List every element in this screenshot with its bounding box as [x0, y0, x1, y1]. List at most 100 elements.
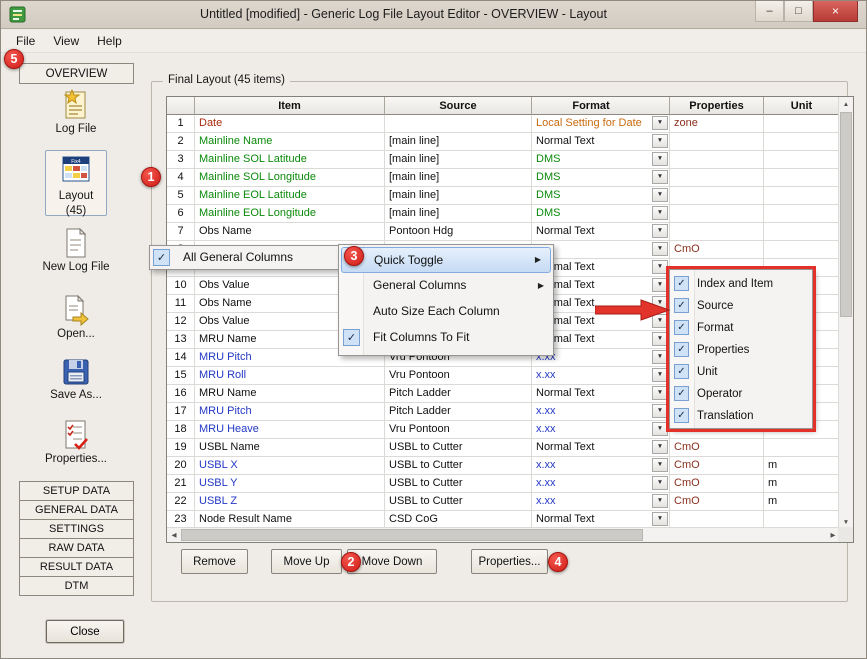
menu-item-fit-columns-to-fit[interactable]: ✓Fit Columns To Fit: [339, 325, 553, 351]
format-dropdown[interactable]: ▼: [652, 422, 668, 436]
menu-item-translation[interactable]: ✓Translation: [670, 405, 812, 427]
sidebar-item-log-file[interactable]: Log File: [39, 89, 113, 135]
sidebar-item-open[interactable]: Open...: [39, 294, 113, 340]
table-row[interactable]: 6Mainline EOL Longitude[main line]DMS▼: [167, 205, 853, 223]
save-icon: [39, 357, 113, 387]
move-up-button[interactable]: Move Up: [271, 549, 342, 574]
submenu-arrow-icon: ▶: [538, 274, 544, 298]
sidebar-button-raw-data[interactable]: RAW DATA: [19, 538, 134, 558]
menu-item-index-and-item[interactable]: ✓Index and Item: [670, 273, 812, 295]
sidebar-button-setup-data[interactable]: SETUP DATA: [19, 481, 134, 501]
checkbox-checked-icon[interactable]: ✓: [674, 408, 689, 423]
cell-format: x.xx▼: [532, 367, 670, 385]
sidebar-button-dtm[interactable]: DTM: [19, 576, 134, 596]
column-header-format[interactable]: Format: [532, 97, 670, 115]
sidebar-item-save-as[interactable]: Save As...: [39, 357, 113, 401]
column-header-properties[interactable]: Properties: [670, 97, 764, 115]
format-dropdown[interactable]: ▼: [652, 404, 668, 418]
cell-item: USBL Z: [195, 493, 385, 511]
table-row[interactable]: 4Mainline SOL Longitude[main line]DMS▼: [167, 169, 853, 187]
close-button[interactable]: Close: [46, 620, 124, 643]
table-row[interactable]: 1DateLocal Setting for Date▼zone: [167, 115, 853, 133]
sidebar-item-new-log-file[interactable]: New Log File: [39, 227, 113, 273]
format-dropdown[interactable]: ▼: [652, 458, 668, 472]
cell-item: MRU Name: [195, 385, 385, 403]
format-dropdown[interactable]: ▼: [652, 278, 668, 292]
checkbox-checked-icon[interactable]: ✓: [343, 329, 360, 346]
table-row[interactable]: 7Obs NamePontoon HdgNormal Text▼: [167, 223, 853, 241]
menubar-view[interactable]: View: [44, 30, 88, 52]
sidebar-item-layout[interactable]: Fix4 Layout (45): [45, 150, 107, 216]
table-row[interactable]: 3Mainline SOL Latitude[main line]DMS▼: [167, 151, 853, 169]
overview-button[interactable]: OVERVIEW: [19, 63, 134, 84]
table-row[interactable]: 19USBL NameUSBL to CutterNormal Text▼CmO: [167, 439, 853, 457]
close-window-button[interactable]: ×: [813, 1, 858, 22]
scroll-left-icon[interactable]: ◀: [167, 528, 181, 542]
checkbox-checked-icon[interactable]: ✓: [674, 298, 689, 313]
column-header-source[interactable]: Source: [385, 97, 532, 115]
scroll-up-icon[interactable]: ▲: [839, 97, 853, 111]
format-dropdown[interactable]: ▼: [652, 134, 668, 148]
menu-item-format[interactable]: ✓Format: [670, 317, 812, 339]
row-number: 21: [167, 475, 195, 493]
menu-item-properties[interactable]: ✓Properties: [670, 339, 812, 361]
sidebar-button-result-data[interactable]: RESULT DATA: [19, 557, 134, 577]
vertical-scrollbar[interactable]: ▲ ▼: [838, 97, 853, 529]
column-header-index[interactable]: [167, 97, 195, 115]
table-row[interactable]: 2Mainline Name[main line]Normal Text▼: [167, 133, 853, 151]
remove-button[interactable]: Remove: [181, 549, 248, 574]
checkbox-checked-icon[interactable]: ✓: [153, 249, 170, 266]
menu-item-auto-size-each-column[interactable]: Auto Size Each Column: [339, 299, 553, 325]
format-dropdown[interactable]: ▼: [652, 152, 668, 166]
format-dropdown[interactable]: ▼: [652, 350, 668, 364]
sidebar-button-settings[interactable]: SETTINGS: [19, 519, 134, 539]
row-number: 1: [167, 115, 195, 133]
maximize-button[interactable]: □: [784, 1, 813, 22]
format-dropdown[interactable]: ▼: [652, 116, 668, 130]
sidebar-item-properties[interactable]: Properties...: [39, 419, 113, 465]
format-dropdown[interactable]: ▼: [652, 440, 668, 454]
row-number: 19: [167, 439, 195, 457]
format-dropdown[interactable]: ▼: [652, 260, 668, 274]
table-row[interactable]: 20USBL XUSBL to Cutterx.xx▼CmOm: [167, 457, 853, 475]
format-dropdown[interactable]: ▼: [652, 386, 668, 400]
checkbox-checked-icon[interactable]: ✓: [674, 276, 689, 291]
sidebar-item-label: Layout: [46, 190, 106, 203]
format-dropdown[interactable]: ▼: [652, 476, 668, 490]
format-value: Normal Text: [536, 387, 594, 399]
properties-button[interactable]: Properties...: [471, 549, 548, 574]
table-row[interactable]: 21USBL YUSBL to Cutterx.xx▼CmOm: [167, 475, 853, 493]
horizontal-scrollbar[interactable]: ◀ ▶: [167, 527, 840, 542]
format-dropdown[interactable]: ▼: [652, 206, 668, 220]
row-number: 20: [167, 457, 195, 475]
checkbox-checked-icon[interactable]: ✓: [674, 342, 689, 357]
cell-source: Pitch Ladder: [385, 385, 532, 403]
table-row[interactable]: 22USBL ZUSBL to Cutterx.xx▼CmOm: [167, 493, 853, 511]
menubar-help[interactable]: Help: [88, 30, 131, 52]
column-header-item[interactable]: Item: [195, 97, 385, 115]
vertical-scroll-thumb[interactable]: [840, 112, 852, 317]
format-dropdown[interactable]: ▼: [652, 224, 668, 238]
menu-item-source[interactable]: ✓Source: [670, 295, 812, 317]
format-dropdown[interactable]: ▼: [652, 242, 668, 256]
format-dropdown[interactable]: ▼: [652, 188, 668, 202]
all-general-columns-menu[interactable]: ✓ All General Columns: [149, 245, 349, 270]
table-row[interactable]: 5Mainline EOL Latitude[main line]DMS▼: [167, 187, 853, 205]
sidebar-button-general-data[interactable]: GENERAL DATA: [19, 500, 134, 520]
menu-item-quick-toggle[interactable]: Quick Toggle▶: [341, 247, 551, 273]
menu-item-unit[interactable]: ✓Unit: [670, 361, 812, 383]
horizontal-scroll-thumb[interactable]: [181, 529, 643, 541]
format-dropdown[interactable]: ▼: [652, 170, 668, 184]
column-header-unit[interactable]: Unit: [764, 97, 840, 115]
checkbox-checked-icon[interactable]: ✓: [674, 320, 689, 335]
annotation-callout-3: 3: [344, 246, 364, 266]
menu-item-operator[interactable]: ✓Operator: [670, 383, 812, 405]
format-dropdown[interactable]: ▼: [652, 332, 668, 346]
minimize-button[interactable]: –: [755, 1, 784, 22]
menu-item-general-columns[interactable]: General Columns▶: [339, 273, 553, 299]
format-dropdown[interactable]: ▼: [652, 368, 668, 382]
checkbox-checked-icon[interactable]: ✓: [674, 386, 689, 401]
checkbox-checked-icon[interactable]: ✓: [674, 364, 689, 379]
format-dropdown[interactable]: ▼: [652, 512, 668, 526]
format-dropdown[interactable]: ▼: [652, 494, 668, 508]
